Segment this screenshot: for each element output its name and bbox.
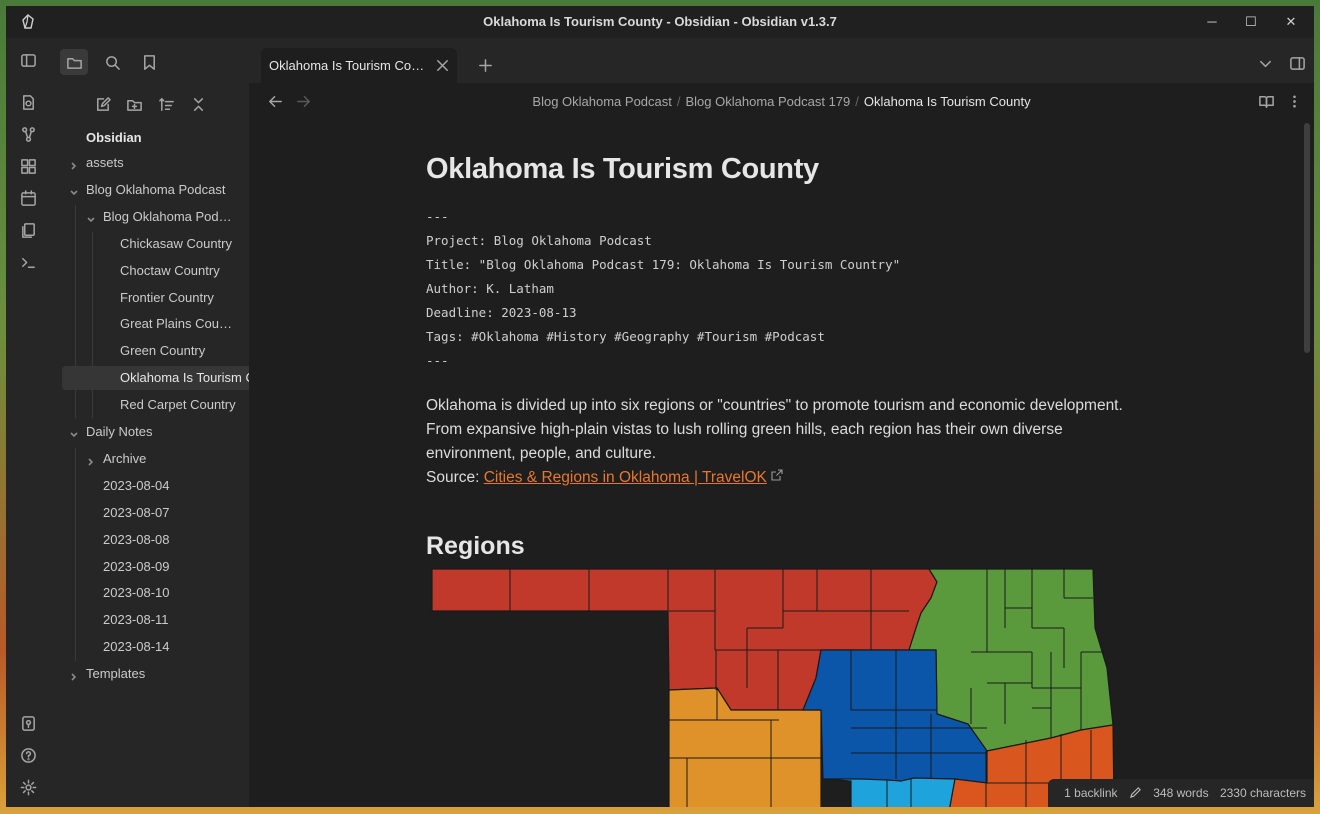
new-note-icon[interactable]	[88, 91, 116, 117]
tab-active[interactable]: Oklahoma Is Tourism County	[261, 48, 457, 83]
regions-heading: Regions	[426, 532, 525, 560]
canvas-icon[interactable]	[14, 153, 42, 179]
tree-file[interactable]: 2023-08-08	[103, 528, 238, 552]
word-count: 348 words	[1153, 786, 1209, 800]
breadcrumb-current[interactable]: Oklahoma Is Tourism County	[864, 94, 1031, 109]
tab-bar: Oklahoma Is Tourism County	[249, 38, 1314, 83]
sort-icon[interactable]	[152, 91, 180, 117]
new-tab-icon[interactable]	[471, 52, 499, 78]
reading-view-icon[interactable]	[1252, 88, 1280, 114]
breadcrumb-item[interactable]: Blog Oklahoma Podcast 179	[686, 94, 851, 109]
tree-folder[interactable]: Blog Oklahoma Podcast	[86, 178, 238, 202]
settings-icon[interactable]	[14, 774, 42, 800]
daily-note-icon[interactable]	[14, 185, 42, 211]
search-icon[interactable]	[98, 49, 126, 75]
tree-file[interactable]: 2023-08-04	[103, 474, 238, 498]
toggle-right-sidebar-icon[interactable]	[1283, 50, 1311, 76]
tree-file[interactable]: 2023-08-14	[103, 635, 238, 659]
graph-view-icon[interactable]	[14, 121, 42, 147]
bookmark-icon[interactable]	[135, 49, 163, 75]
character-count: 2330 characters	[1219, 786, 1306, 800]
command-palette-icon[interactable]	[14, 249, 42, 275]
close-tab-icon[interactable]	[430, 53, 454, 77]
chevron-down-icon[interactable]	[69, 185, 79, 196]
tree-folder[interactable]: Templates	[86, 662, 238, 686]
breadcrumb-separator: /	[676, 94, 681, 109]
breadcrumb: Blog Oklahoma Podcast / Blog Oklahoma Podc…	[249, 94, 1314, 109]
tree-file[interactable]: Chickasaw Country	[120, 232, 238, 256]
tree-folder[interactable]: Blog Oklahoma Podcast 179	[103, 205, 238, 229]
tree-file[interactable]: Green Country	[120, 339, 238, 363]
tree-file[interactable]: 2023-08-07	[103, 501, 238, 525]
chevron-down-icon[interactable]	[86, 212, 96, 222]
vault-name: Obsidian	[86, 130, 142, 145]
editor-pane: Blog Oklahoma Podcast / Blog Oklahoma Podc…	[249, 83, 1314, 807]
ribbon	[6, 38, 51, 807]
tab-title: Oklahoma Is Tourism County	[269, 58, 429, 73]
backlinks-count[interactable]: 1 backlink	[1064, 786, 1117, 800]
chevron-down-icon[interactable]	[69, 427, 79, 438]
vault-switch-icon[interactable]	[14, 710, 42, 736]
breadcrumb-separator: /	[855, 94, 859, 109]
note-title: Oklahoma Is Tourism County	[426, 153, 819, 185]
files-tab-icon[interactable]	[60, 49, 88, 75]
intro-paragraph[interactable]: Oklahoma is divided up into six regions …	[426, 394, 1126, 490]
more-options-icon[interactable]	[1280, 88, 1308, 114]
source-label: Source:	[426, 469, 484, 486]
file-explorer: Obsidian assets Blog Oklahoma Podcast Blog…	[50, 38, 284, 807]
app-window: Oklahoma Is Tourism County - Obsidian - …	[6, 6, 1314, 807]
tree-folder[interactable]: Daily Notes	[86, 420, 238, 444]
chevron-right-icon[interactable]	[69, 669, 79, 681]
breadcrumb-item[interactable]: Blog Oklahoma Podcast	[532, 94, 671, 109]
tree-file[interactable]: 2023-08-10	[103, 581, 238, 605]
edit-mode-icon[interactable]	[1129, 786, 1142, 799]
maximize-button[interactable]: ☐	[1231, 10, 1271, 34]
tree-file[interactable]: Frontier Country	[120, 286, 238, 310]
open-quick-switcher-icon[interactable]	[14, 89, 42, 115]
tree-guide-line	[92, 232, 93, 418]
close-button[interactable]: ✕	[1271, 10, 1311, 34]
minimize-button[interactable]: ─	[1192, 10, 1232, 34]
intro-text: Oklahoma is divided up into six regions …	[426, 397, 1123, 462]
new-folder-icon[interactable]	[120, 91, 148, 117]
oklahoma-regions-map	[431, 568, 1114, 807]
tree-folder[interactable]: assets	[86, 151, 238, 175]
tree-file[interactable]: 2023-08-09	[103, 555, 238, 579]
tree-folder[interactable]: Archive	[103, 447, 238, 471]
tree-file[interactable]: Red Carpet Country	[120, 393, 238, 417]
tab-list-chevron-icon[interactable]	[1251, 50, 1279, 76]
window-title: Oklahoma Is Tourism County - Obsidian - …	[483, 14, 837, 29]
tree-file[interactable]: Great Plains Country	[120, 312, 238, 336]
chevron-right-icon[interactable]	[86, 454, 96, 466]
scrollbar[interactable]	[1304, 123, 1310, 353]
help-icon[interactable]	[14, 742, 42, 768]
frontmatter-block[interactable]: --- Project: Blog Oklahoma Podcast Title…	[426, 205, 900, 373]
collapse-all-icon[interactable]	[184, 91, 212, 117]
templates-icon[interactable]	[14, 217, 42, 243]
toggle-left-sidebar-icon[interactable]	[14, 47, 42, 73]
tree-file[interactable]: Choctaw Country	[120, 259, 238, 283]
chickasaw-region	[822, 777, 956, 807]
tree-file[interactable]: 2023-08-11	[103, 608, 238, 632]
chevron-right-icon[interactable]	[69, 158, 79, 170]
external-link-icon	[771, 469, 783, 481]
status-bar: 1 backlink 348 words 2330 characters	[1048, 779, 1314, 807]
title-bar: Oklahoma Is Tourism County - Obsidian - …	[6, 6, 1314, 38]
tree-guide-line	[75, 448, 76, 661]
source-link[interactable]: Cities & Regions in Oklahoma | TravelOK	[484, 469, 767, 486]
